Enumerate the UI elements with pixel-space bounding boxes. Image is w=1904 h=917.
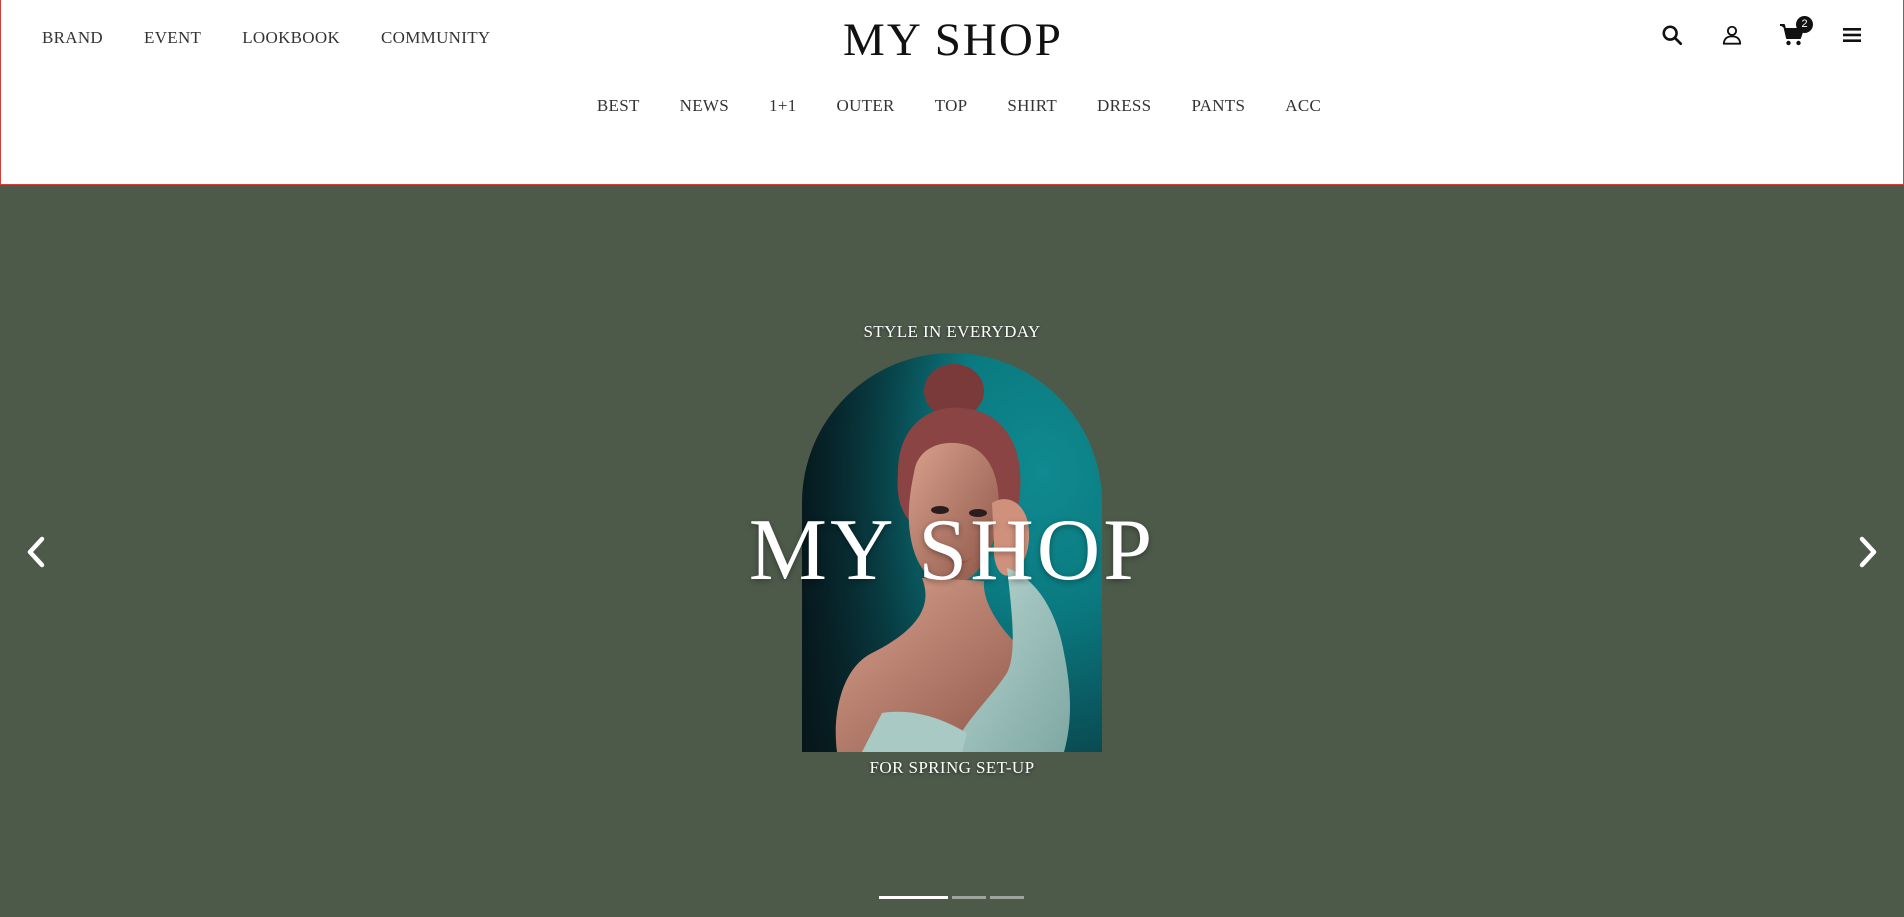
- cart-button[interactable]: 2: [1779, 16, 1813, 48]
- category-shirt[interactable]: SHIRT: [1007, 96, 1057, 116]
- hero-eyebrow: STYLE IN EVERYDAY: [863, 322, 1041, 341]
- category-news[interactable]: NEWS: [680, 96, 729, 116]
- hero-slider: STYLE IN EVERYDAY MY SHOP FOR SPRING SET…: [0, 185, 1904, 917]
- account-button[interactable]: [1719, 22, 1745, 48]
- category-dress[interactable]: DRESS: [1097, 96, 1151, 116]
- user-icon: [1722, 25, 1742, 45]
- chevron-right-icon: [1859, 536, 1877, 568]
- category-1plus1[interactable]: 1+1: [769, 96, 797, 116]
- search-icon: [1662, 25, 1683, 46]
- category-outer[interactable]: OUTER: [837, 96, 895, 116]
- cart-count-badge: 2: [1796, 16, 1813, 33]
- hamburger-menu-icon: [1843, 28, 1861, 42]
- hero-subtitle: FOR SPRING SET-UP: [869, 758, 1035, 777]
- category-nav: BEST NEWS 1+1 OUTER TOP SHIRT DRESS PANT…: [1, 96, 1904, 116]
- slider-page-3[interactable]: [990, 896, 1024, 899]
- slider-page-2[interactable]: [952, 896, 986, 899]
- site-logo-wrap: MY SHOP: [1, 14, 1904, 66]
- slider-pagination: [879, 896, 1024, 899]
- chevron-left-icon: [27, 536, 45, 568]
- header-icons: 2: [1659, 16, 1865, 48]
- category-acc[interactable]: ACC: [1285, 96, 1321, 116]
- category-pants[interactable]: PANTS: [1191, 96, 1245, 116]
- site-header: BRAND EVENT LOOKBOOK COMMUNITY MY SHOP 2…: [0, 0, 1904, 185]
- category-nav-list: BEST NEWS 1+1 OUTER TOP SHIRT DRESS PANT…: [585, 96, 1321, 116]
- slider-next-button[interactable]: [1850, 530, 1886, 574]
- menu-button[interactable]: [1839, 22, 1865, 48]
- slider-page-1[interactable]: [879, 896, 948, 899]
- category-top[interactable]: TOP: [935, 96, 968, 116]
- site-logo[interactable]: MY SHOP: [843, 14, 1063, 66]
- category-best[interactable]: BEST: [597, 96, 640, 116]
- hero-title: MY SHOP: [748, 502, 1156, 599]
- slider-prev-button[interactable]: [18, 530, 54, 574]
- search-button[interactable]: [1659, 22, 1685, 48]
